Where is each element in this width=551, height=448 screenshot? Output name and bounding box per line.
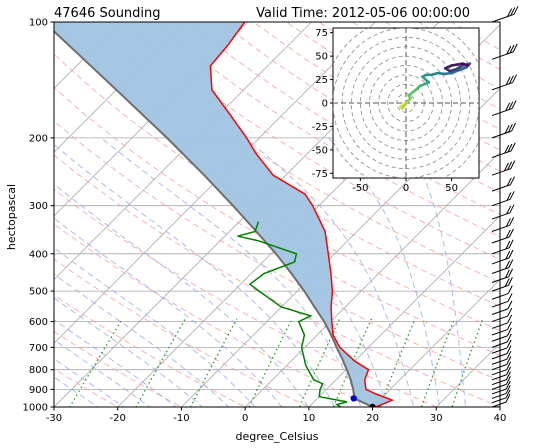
y-tick-label: 200 [29, 133, 48, 144]
wind-barb [491, 74, 518, 91]
y-tick-label: 1000 [23, 403, 48, 414]
wind-barb [491, 176, 515, 192]
y-tick-label: 300 [29, 201, 48, 212]
wind-barb-flag [507, 300, 513, 310]
x-tick-label: 0 [242, 413, 248, 424]
mixing-ratio-line [420, 318, 455, 407]
x-tick-label: -10 [173, 413, 189, 424]
moist-adiabat [405, 137, 467, 407]
y-tick-label: 400 [29, 249, 48, 260]
mixing-ratio-line [451, 318, 484, 407]
wind-barb-staff [491, 353, 508, 360]
wind-barb-staff [491, 358, 508, 365]
x-axis-label: degree_Celsius [235, 430, 318, 443]
moist-adiabat [54, 319, 177, 407]
mixing-ratio-line [135, 318, 186, 407]
y-tick-label: 700 [29, 343, 48, 354]
wind-barb-staff [491, 397, 507, 404]
hodograph-segment [450, 62, 464, 67]
wind-barb [491, 191, 515, 207]
wind-barb [491, 259, 514, 274]
hodograph-y-tick-label: 0 [322, 99, 328, 110]
x-tick-label: 30 [430, 413, 443, 424]
y-tick-label: 600 [29, 317, 48, 328]
skewt-figure: 47646 Sounding Valid Time: 2012-05-06 00… [5, 6, 519, 443]
hodograph-y-tick-label: 50 [315, 52, 328, 63]
valid-time-title: Valid Time: 2012-05-06 00:00:00 [256, 6, 470, 21]
wind-barb [491, 228, 514, 244]
hodograph-x-tick-label: 50 [445, 183, 458, 194]
y-tick-label: 100 [29, 18, 48, 29]
wind-barb-staff [491, 13, 515, 23]
wind-barb-staff [491, 369, 507, 376]
wind-barb [491, 300, 513, 315]
x-tick-label: -20 [110, 413, 126, 424]
hodograph-x-tick-label: 0 [403, 183, 409, 194]
wind-barb [491, 6, 519, 23]
moist-adiabat [54, 339, 151, 407]
lcl-marker [350, 395, 357, 402]
isotherm-line [499, 406, 500, 407]
wind-barb-flag [505, 385, 511, 394]
hodograph-y-tick-label: 25 [315, 75, 328, 86]
y-tick-label: 800 [29, 365, 48, 376]
wind-barb [491, 204, 515, 220]
wind-barb-flag [507, 293, 513, 302]
mixing-ratio-line [189, 318, 238, 407]
wind-barb-staff [491, 392, 507, 399]
hodograph-segment [461, 62, 470, 67]
y-tick-label: 900 [29, 385, 48, 396]
moist-adiabat [54, 358, 125, 407]
x-tick-label: 40 [494, 413, 507, 424]
wind-barb [491, 122, 517, 139]
x-tick-label: -30 [46, 413, 62, 424]
wind-barb [491, 100, 517, 117]
hodograph-y-tick-label: -50 [312, 145, 328, 156]
hodograph-x-tick-label: -50 [352, 183, 368, 194]
hodograph-y-tick-label: -25 [312, 122, 328, 133]
wind-barb-flag [505, 389, 511, 399]
hodograph-y-tick-label: -75 [312, 169, 328, 180]
y-tick-label: 500 [29, 287, 48, 298]
isotherm-line [54, 22, 121, 89]
wind-barb [491, 43, 518, 60]
wind-barb-flag [505, 393, 511, 403]
wind-barb-staff [491, 364, 507, 371]
wind-barb [491, 160, 516, 176]
wind-barb [491, 217, 515, 232]
moist-adiabat [54, 376, 99, 407]
x-tick-label: 20 [366, 413, 379, 424]
x-tick-label: 10 [302, 413, 315, 424]
hodograph-y-tick-label: 75 [315, 28, 328, 39]
y-axis-label: hectopascal [5, 184, 18, 250]
wind-barb-staff [491, 383, 507, 390]
station-title: 47646 Sounding [54, 6, 161, 21]
wind-barb-staff [491, 374, 507, 381]
wind-barb [491, 142, 516, 159]
wind-barb-flag [505, 380, 511, 390]
wind-barb-flag [507, 285, 513, 294]
